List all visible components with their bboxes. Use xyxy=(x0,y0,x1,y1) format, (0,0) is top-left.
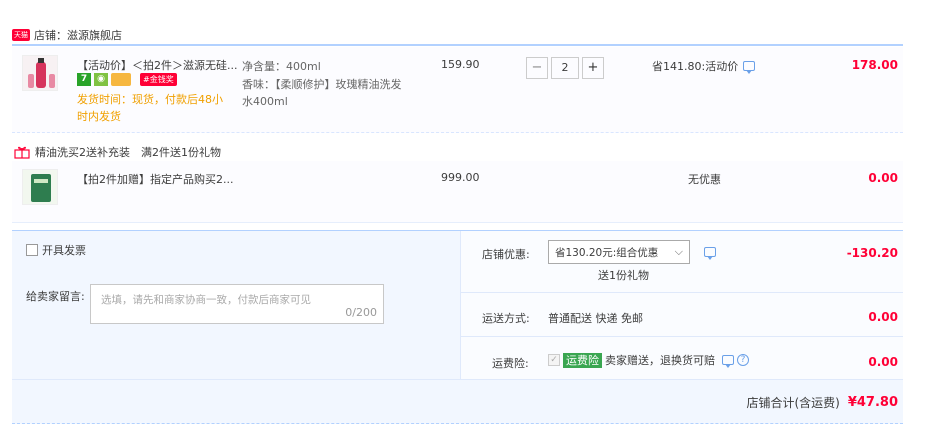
unit-price-1: 159.90 xyxy=(441,58,480,71)
shop-name[interactable]: 店铺：滋源旗舰店 xyxy=(34,27,122,43)
spec-scent-1: 香味：【柔顺修护】玫瑰精油洗发水400ml xyxy=(242,78,402,108)
card-icon xyxy=(111,73,131,86)
shampoo-bottle-image xyxy=(23,56,57,90)
invoice-label: 开具发票 xyxy=(42,244,86,257)
shop-discount-select[interactable]: 省130.20元:组合优惠 ⌵ xyxy=(548,240,690,264)
ship-time-1: 发货时间：现货，付款后48小时内发货 xyxy=(77,93,223,123)
insurance-chat-icon[interactable] xyxy=(722,355,734,368)
chevron-down-icon: ⌵ xyxy=(674,245,683,258)
shop-discount-gift: 送1份礼物 xyxy=(598,269,649,282)
shop-discount-value: 省130.20元:组合优惠 xyxy=(555,246,659,259)
seven-day-return-icon: 7 xyxy=(77,73,91,86)
shop-discount-amount: -130.20 xyxy=(846,246,898,260)
qty-plus-button[interactable]: + xyxy=(582,57,604,79)
shop-total-label: 店铺合计(含运费) xyxy=(746,396,840,410)
bottom-divider xyxy=(12,423,903,424)
shop-total-amount: ¥47.80 xyxy=(847,395,898,410)
promo-rule: 满2件送1份礼物 xyxy=(141,146,221,159)
message-counter: 0/200 xyxy=(345,306,377,319)
shop-discount-info-icon[interactable] xyxy=(704,247,716,260)
shop-total: 店铺合计(含运费) ¥47.80 xyxy=(746,394,898,411)
discount-info-icon[interactable] xyxy=(743,61,756,74)
product-thumbnail-1[interactable] xyxy=(22,55,58,91)
bulb-icon: ◉ xyxy=(94,73,108,86)
insurance-label: 运费险: xyxy=(492,357,529,370)
product-thumbnail-2[interactable] xyxy=(22,169,58,205)
shop-discount-label: 店铺优惠: xyxy=(482,248,530,261)
shop-header: 天猫 店铺：滋源旗舰店 xyxy=(12,28,122,42)
insurance-option: ✓ 运费险 卖家赠送，退换货可赔 ? xyxy=(548,352,749,368)
help-icon[interactable]: ? xyxy=(737,354,749,366)
insurance-checkbox: ✓ xyxy=(548,354,560,366)
product-title-2[interactable]: 【拍2件加赠】指定产品购买2... xyxy=(77,171,237,187)
promo-label: 精油洗买2送补充装 xyxy=(35,146,130,159)
item-subtotal-2: 0.00 xyxy=(868,171,898,185)
promo-row: 精油洗买2送补充装 满2件送1份礼物 xyxy=(14,144,221,160)
product-title-1[interactable]: 【活动价】＜拍2件＞滋源无硅... xyxy=(77,57,237,73)
spec-volume-1: 净含量：400ml xyxy=(242,60,321,73)
product-badges-1: 7 ◉ #金钱奖 xyxy=(77,73,177,86)
shop-header-divider xyxy=(12,44,903,46)
unit-price-2: 999.00 xyxy=(441,171,480,184)
message-label: 给卖家留言: xyxy=(26,290,85,303)
item-discount-1: 省141.80:活动价 xyxy=(652,58,756,74)
quantity-stepper-1[interactable]: − 2 + xyxy=(526,57,604,79)
item-subtotal-1: 178.00 xyxy=(851,58,898,72)
insurance-text: 卖家赠送，退换货可赔 xyxy=(605,354,715,367)
qty-input[interactable]: 2 xyxy=(551,57,579,79)
shipping-amount: 0.00 xyxy=(868,310,898,324)
insurance-amount: 0.00 xyxy=(868,355,898,369)
invoice-checkbox[interactable] xyxy=(26,244,38,256)
qty-minus-button[interactable]: − xyxy=(526,57,548,79)
discount-text-1: 省141.80:活动价 xyxy=(652,60,739,73)
divider xyxy=(461,336,903,337)
shipping-label: 运送方式: xyxy=(482,312,530,325)
divider xyxy=(461,292,903,293)
total-divider xyxy=(12,379,903,380)
shipping-value: 普通配送 快递 免邮 xyxy=(548,312,643,325)
message-placeholder: 选填，请先和商家协商一致，付款后商家可见 xyxy=(101,294,311,306)
hot-badge: #金钱奖 xyxy=(140,73,177,86)
insurance-tag: 运费险 xyxy=(563,352,602,368)
item-discount-2: 无优惠 xyxy=(688,173,721,186)
message-textarea[interactable]: 选填，请先和商家协商一致，付款后商家可见 0/200 xyxy=(90,284,384,324)
gift-pack-image xyxy=(23,170,57,204)
gift-icon xyxy=(14,146,30,159)
invoice-option[interactable]: 开具发票 xyxy=(26,242,86,258)
tmall-badge: 天猫 xyxy=(12,29,30,41)
